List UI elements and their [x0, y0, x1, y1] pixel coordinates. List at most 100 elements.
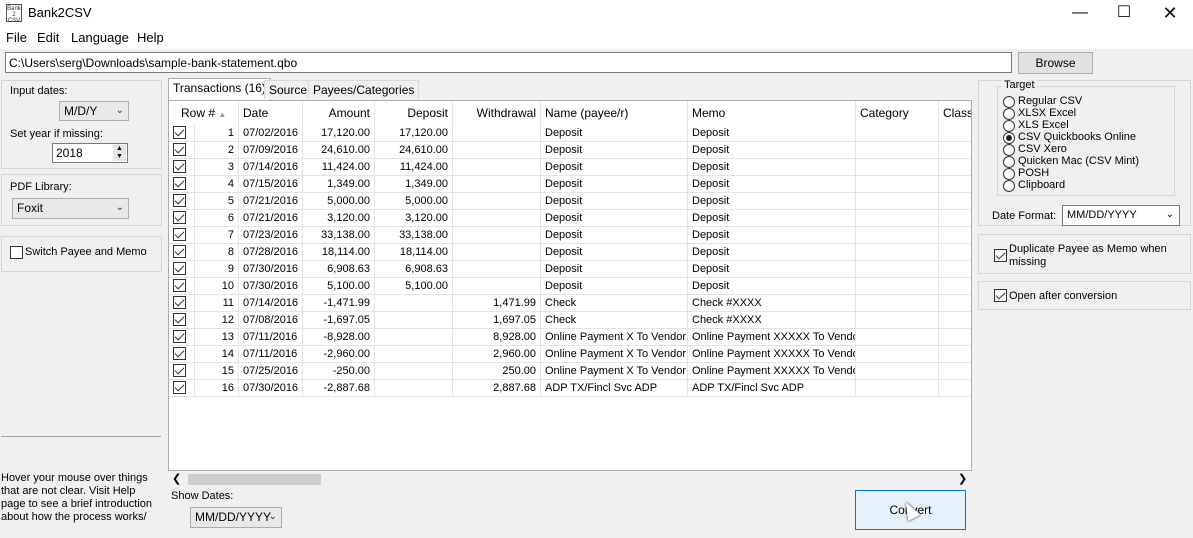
close-icon[interactable]: ✕	[1147, 0, 1193, 27]
target-option-label[interactable]: Regular CSV	[1018, 95, 1082, 107]
table-row[interactable]: 14 07/11/2016 -2,960.00 2,960.00 Online Paym…	[169, 346, 971, 363]
cell-amount: -250.00	[303, 363, 375, 380]
row-checkbox[interactable]	[173, 330, 186, 343]
date-format-select[interactable]: MM/DD/YYYY ⌄	[1062, 205, 1180, 226]
horizontal-scrollbar[interactable]: ❮ ❯	[168, 471, 972, 487]
scroll-right-icon[interactable]: ❯	[958, 472, 967, 485]
row-checkbox[interactable]	[173, 228, 186, 241]
row-checkbox-cell[interactable]	[169, 244, 195, 261]
show-dates-select[interactable]: MM/DD/YYYY ⌄	[190, 507, 282, 528]
row-checkbox[interactable]	[173, 143, 186, 156]
year-stepper[interactable]: 2018 ▲ ▼	[52, 143, 128, 163]
column-header-memo[interactable]: Memo	[688, 101, 856, 125]
row-checkbox[interactable]	[173, 296, 186, 309]
column-header-deposit[interactable]: Deposit	[375, 101, 453, 125]
row-checkbox-cell[interactable]	[169, 176, 195, 193]
target-radio[interactable]	[1003, 180, 1015, 192]
row-checkbox[interactable]	[173, 194, 186, 207]
table-row[interactable]: 7 07/23/2016 33,138.00 33,138.00 Deposit Depo…	[169, 227, 971, 244]
table-row[interactable]: 6 07/21/2016 3,120.00 3,120.00 Deposit Deposi…	[169, 210, 971, 227]
target-option-label[interactable]: CSV Xero	[1018, 143, 1067, 155]
table-row[interactable]: 9 07/30/2016 6,908.63 6,908.63 Deposit Deposi…	[169, 261, 971, 278]
menu-file[interactable]: File	[6, 30, 27, 45]
row-checkbox[interactable]	[173, 381, 186, 394]
tab-source[interactable]: Source	[264, 80, 313, 99]
table-row[interactable]: 16 07/30/2016 -2,887.68 2,887.68 ADP TX/Finc…	[169, 380, 971, 397]
row-checkbox-cell[interactable]	[169, 363, 195, 380]
table-row[interactable]: 12 07/08/2016 -1,697.05 1,697.05 Check Check …	[169, 312, 971, 329]
target-radio[interactable]	[1003, 168, 1015, 180]
row-checkbox[interactable]	[173, 364, 186, 377]
row-checkbox-cell[interactable]	[169, 329, 195, 346]
row-checkbox[interactable]	[173, 313, 186, 326]
column-header-class[interactable]: Class	[939, 101, 971, 125]
row-checkbox-cell[interactable]	[169, 278, 195, 295]
duplicate-payee-checkbox[interactable]	[994, 249, 1007, 262]
row-checkbox-cell[interactable]	[169, 193, 195, 210]
row-checkbox[interactable]	[173, 126, 186, 139]
row-checkbox-cell[interactable]	[169, 295, 195, 312]
switch-payee-checkbox[interactable]	[10, 246, 23, 259]
row-checkbox-cell[interactable]	[169, 227, 195, 244]
column-header-amount[interactable]: Amount	[303, 101, 375, 125]
table-row[interactable]: 3 07/14/2016 11,424.00 11,424.00 Deposit Depo…	[169, 159, 971, 176]
row-checkbox[interactable]	[173, 177, 186, 190]
row-checkbox-cell[interactable]	[169, 380, 195, 397]
row-checkbox-cell[interactable]	[169, 125, 195, 142]
target-radio[interactable]	[1003, 120, 1015, 132]
menu-help[interactable]: Help	[137, 30, 164, 45]
column-header-date[interactable]: Date	[239, 101, 303, 125]
row-checkbox[interactable]	[173, 262, 186, 275]
minimize-icon[interactable]: —	[1057, 0, 1103, 27]
input-dates-select[interactable]: M/D/Y ⌄	[59, 101, 129, 121]
tab-payees-categories[interactable]: Payees/Categories	[308, 80, 420, 99]
target-option-label[interactable]: XLS Excel	[1018, 119, 1069, 131]
table-row[interactable]: 1 07/02/2016 17,120.00 17,120.00 Deposit Depo…	[169, 125, 971, 142]
menu-edit[interactable]: Edit	[37, 30, 59, 45]
decrement-icon[interactable]: ▼	[113, 153, 126, 161]
open-after-checkbox[interactable]	[994, 289, 1007, 302]
target-option-label[interactable]: CSV Quickbooks Online	[1018, 131, 1136, 143]
target-option-label[interactable]: POSH	[1018, 167, 1049, 179]
target-option-label[interactable]: Quicken Mac (CSV Mint)	[1018, 155, 1139, 167]
maximize-icon[interactable]: ☐	[1101, 0, 1147, 27]
table-row[interactable]: 4 07/15/2016 1,349.00 1,349.00 Deposit Deposi…	[169, 176, 971, 193]
row-checkbox-cell[interactable]	[169, 261, 195, 278]
target-radio[interactable]	[1003, 108, 1015, 120]
file-path-input[interactable]: C:\Users\serg\Downloads\sample-bank-stat…	[5, 52, 1012, 73]
column-header-category[interactable]: Category	[856, 101, 939, 125]
table-row[interactable]: 2 07/09/2016 24,610.00 24,610.00 Deposit Depo…	[169, 142, 971, 159]
table-row[interactable]: 5 07/21/2016 5,000.00 5,000.00 Deposit Deposi…	[169, 193, 971, 210]
target-option-label[interactable]: XLSX Excel	[1018, 107, 1076, 119]
table-row[interactable]: 10 07/30/2016 5,100.00 5,100.00 Deposit Depos…	[169, 278, 971, 295]
column-header-name[interactable]: Name (payee/r)	[541, 101, 688, 125]
row-checkbox-cell[interactable]	[169, 312, 195, 329]
row-checkbox[interactable]	[173, 160, 186, 173]
target-radio[interactable]	[1003, 144, 1015, 156]
row-checkbox[interactable]	[173, 211, 186, 224]
table-row[interactable]: 13 07/11/2016 -8,928.00 8,928.00 Online Paym…	[169, 329, 971, 346]
row-checkbox[interactable]	[173, 245, 186, 258]
column-header-withdrawal[interactable]: Withdrawal	[453, 101, 541, 125]
target-radio[interactable]	[1003, 132, 1015, 144]
row-checkbox[interactable]	[173, 347, 186, 360]
row-checkbox-cell[interactable]	[169, 346, 195, 363]
increment-icon[interactable]: ▲	[113, 145, 126, 153]
target-option-label[interactable]: Clipboard	[1018, 179, 1065, 191]
target-radio[interactable]	[1003, 96, 1015, 108]
tab-transactions[interactable]: Transactions (16)	[168, 78, 271, 100]
pdf-library-select[interactable]: Foxit ⌄	[12, 198, 129, 219]
column-header-row-number[interactable]: Row # ▲	[169, 101, 239, 125]
row-checkbox-cell[interactable]	[169, 142, 195, 159]
target-radio[interactable]	[1003, 156, 1015, 168]
table-row[interactable]: 11 07/14/2016 -1,471.99 1,471.99 Check Check …	[169, 295, 971, 312]
scroll-left-icon[interactable]: ❮	[172, 472, 181, 485]
row-checkbox[interactable]	[173, 279, 186, 292]
menu-language[interactable]: Language	[71, 30, 129, 45]
table-row[interactable]: 8 07/28/2016 18,114.00 18,114.00 Deposit Depo…	[169, 244, 971, 261]
table-row[interactable]: 15 07/25/2016 -250.00 250.00 Online Payment …	[169, 363, 971, 380]
scrollbar-thumb[interactable]	[188, 474, 321, 485]
row-checkbox-cell[interactable]	[169, 159, 195, 176]
row-checkbox-cell[interactable]	[169, 210, 195, 227]
browse-button[interactable]: Browse	[1018, 52, 1093, 74]
